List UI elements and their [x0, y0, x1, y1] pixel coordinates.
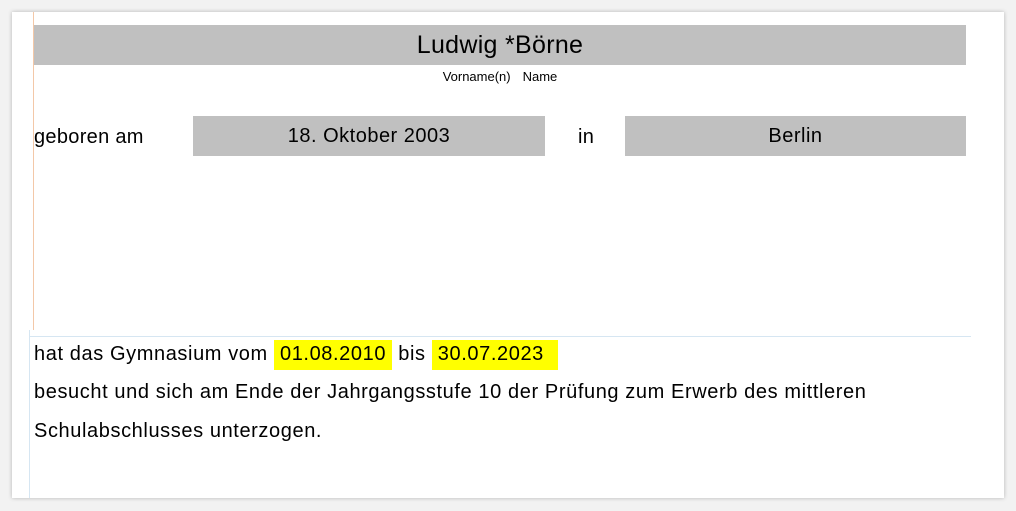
statement-line-3: Schulabschlusses unterzogen.: [34, 420, 323, 442]
statement-between: bis: [398, 343, 426, 365]
from-date-field[interactable]: 01.08.2010: [273, 340, 393, 370]
to-date-field[interactable]: 30.07.2023: [431, 340, 558, 370]
birth-date-field[interactable]: 18. Oktober 2003: [193, 116, 545, 156]
birth-place-label: in: [578, 126, 595, 148]
section-divider: [29, 336, 971, 337]
birth-place-value: Berlin: [768, 124, 823, 147]
margin-guide: [29, 330, 30, 498]
statement-prefix: hat das Gymnasium vom: [34, 343, 268, 365]
student-name-field[interactable]: Ludwig *Börne: [34, 25, 966, 65]
document-page: Ludwig *Börne Vorname(n) Name geboren am …: [12, 12, 1004, 498]
birth-place-field[interactable]: Berlin: [625, 116, 966, 156]
caption-last-name: Name: [522, 69, 558, 84]
statement-line-2: besucht und sich am Ende der Jahrgangsst…: [34, 381, 867, 403]
name-caption: Vorname(n) Name: [34, 69, 966, 84]
birth-date-label: geboren am: [34, 126, 144, 148]
birth-date-value: 18. Oktober 2003: [287, 124, 451, 147]
student-name: Ludwig *Börne: [416, 30, 584, 59]
statement-line-1: hat das Gymnasium vom 01.08.2010 bis 30.…: [34, 340, 558, 370]
caption-first-name: Vorname(n): [442, 69, 511, 84]
